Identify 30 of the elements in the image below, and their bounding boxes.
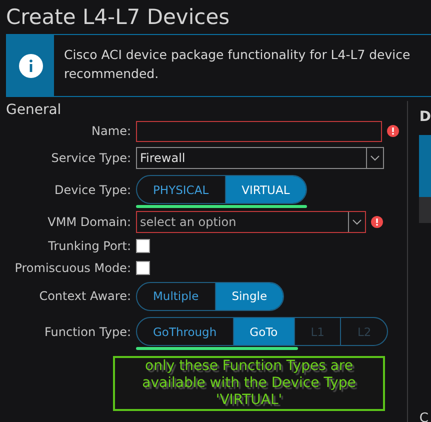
chevron-down-icon (370, 154, 380, 160)
segment-button[interactable]: GoTo (232, 318, 294, 345)
field-label: VMM Domain: (46, 214, 132, 228)
select-field[interactable]: select an option (136, 210, 366, 232)
panel-heading: D (419, 108, 431, 125)
info-message: Cisco ACI device package functionality for L4-L7 device recommended. (63, 46, 410, 83)
field-label: Service Type: (50, 150, 132, 164)
segment-button[interactable]: PHYSICAL (137, 176, 225, 203)
field-label: Function Type: (44, 324, 132, 338)
field-label: Trunking Port: (47, 239, 132, 253)
name-field[interactable] (136, 120, 382, 142)
section-title: General (5, 101, 62, 118)
checkbox[interactable] (136, 239, 150, 253)
field-label: Promiscuous Mode: (14, 261, 132, 275)
annotation-note: only these Function Types are available with the Device Type 'VIRTUAL' (113, 356, 385, 411)
error-icon (371, 216, 383, 228)
segment-button[interactable]: GoThrough (137, 318, 233, 345)
checkbox[interactable] (136, 261, 150, 275)
info-icon (18, 54, 42, 78)
field-label: Device Type: (54, 182, 132, 196)
panel-label: C (419, 411, 430, 422)
error-icon (387, 125, 399, 137)
field-label: Context Aware: (38, 289, 132, 303)
chevron-down-icon (352, 218, 362, 224)
select-field[interactable]: Firewall (136, 146, 384, 168)
segment-button[interactable]: Multiple (137, 282, 215, 310)
segment-button[interactable]: VIRTUAL (224, 176, 306, 203)
field-label: Name: (90, 124, 132, 138)
segment-button[interactable]: Single (214, 282, 284, 310)
page-title: Create L4-L7 Devices (5, 4, 231, 31)
